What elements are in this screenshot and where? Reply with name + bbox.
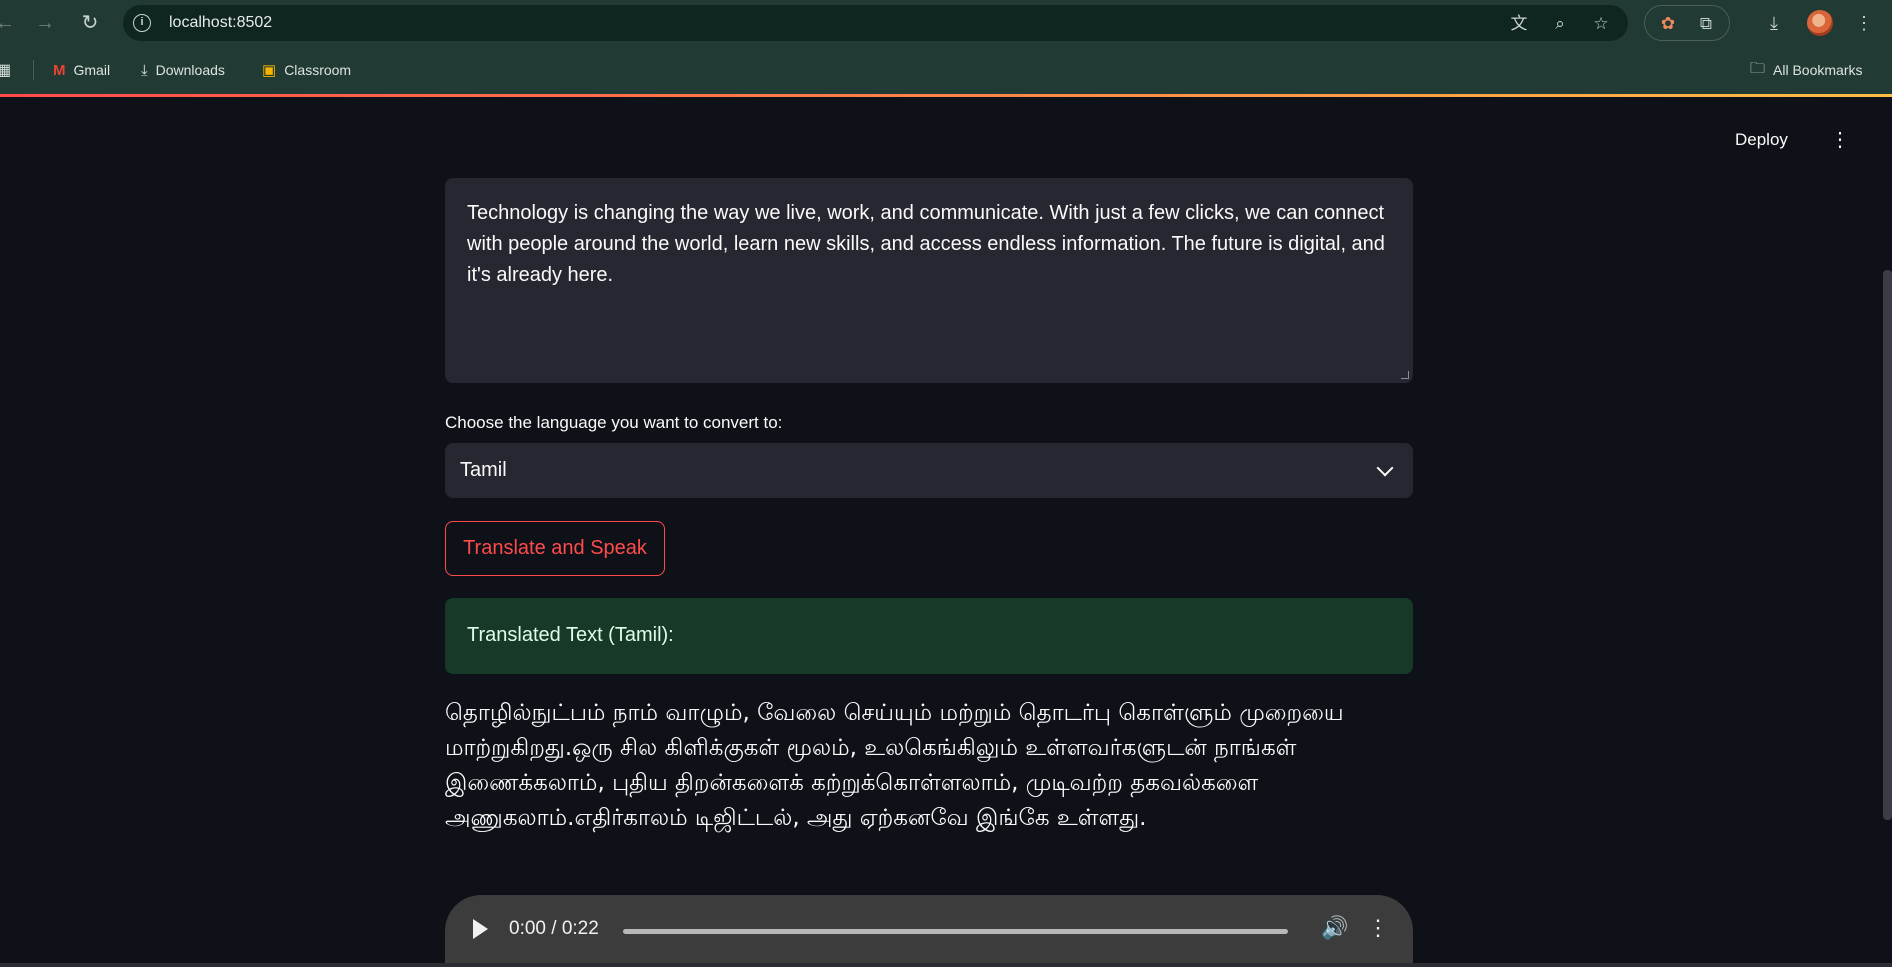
apps-grid-icon[interactable]: ▦: [0, 58, 11, 82]
download-icon[interactable]: ⤓: [1762, 11, 1786, 35]
audio-time: 0:00 / 0:22: [509, 918, 599, 939]
classroom-icon: ▣: [262, 62, 277, 79]
play-icon[interactable]: [473, 919, 488, 939]
bookmark-classroom[interactable]: ▣ Classroom: [262, 58, 351, 82]
browser-toolbar: ← → ↻ i localhost:8502 文 ⌕ ☆ ✿ ⧉ ⤓ ⋮: [0, 0, 1892, 46]
address-bar[interactable]: i localhost:8502 文 ⌕ ☆: [123, 5, 1628, 41]
app-menu-icon[interactable]: ⋮: [1830, 130, 1850, 150]
audio-player: 0:00 / 0:22 🔊 ⋮: [445, 895, 1413, 967]
window-bottom-edge: [0, 963, 1892, 967]
cookie-extension-icon[interactable]: ✿: [1657, 13, 1679, 35]
bookmarks-bar: ▦ M Gmail ⤓ Downloads ▣ Classroom 🗀 All …: [0, 46, 1892, 94]
page-scrollbar[interactable]: [1883, 270, 1892, 820]
audio-seek-bar[interactable]: [623, 929, 1288, 934]
success-alert-text: Translated Text (Tamil):: [467, 624, 674, 646]
success-alert: Translated Text (Tamil):: [445, 598, 1413, 674]
language-select-label: Choose the language you want to convert …: [445, 413, 783, 432]
volume-icon[interactable]: 🔊: [1321, 915, 1348, 941]
browser-menu-icon[interactable]: ⋮: [1852, 11, 1876, 35]
reload-icon[interactable]: ↻: [77, 10, 103, 36]
app-decoration-bar: [0, 94, 1892, 97]
resize-handle[interactable]: [1401, 371, 1409, 379]
translated-text: தொழில்நுட்பம் நாம் வாழும், வேலை செய்யும்…: [445, 700, 1344, 831]
translate-and-speak-button[interactable]: Translate and Speak: [445, 521, 665, 576]
translate-icon[interactable]: 文: [1508, 13, 1530, 35]
site-info-icon[interactable]: i: [133, 14, 151, 32]
download-icon: ⤓: [141, 61, 148, 79]
forward-arrow-icon[interactable]: →: [32, 10, 58, 36]
language-select[interactable]: Tamil: [445, 443, 1413, 498]
bookmark-gmail[interactable]: M Gmail: [53, 58, 110, 82]
back-arrow-icon[interactable]: ←: [0, 10, 18, 36]
language-select-value: Tamil: [460, 459, 507, 481]
deploy-button[interactable]: Deploy: [1735, 130, 1788, 150]
bookmark-downloads[interactable]: ⤓ Downloads: [141, 58, 225, 82]
chevron-down-icon: [1376, 459, 1394, 477]
bookmarks-divider: [33, 60, 34, 80]
input-text-area[interactable]: Technology is changing the way we live, …: [445, 178, 1413, 383]
all-bookmarks[interactable]: 🗀 All Bookmarks: [1750, 58, 1862, 82]
gmail-icon: M: [53, 61, 66, 79]
bookmark-classroom-label: Classroom: [284, 62, 352, 78]
extensions-group: ✿ ⧉: [1644, 5, 1730, 41]
address-url[interactable]: localhost:8502: [169, 14, 272, 32]
zoom-icon[interactable]: ⌕: [1549, 13, 1571, 35]
folder-icon: 🗀: [1750, 59, 1766, 77]
profile-avatar[interactable]: [1807, 10, 1833, 36]
puzzle-extension-icon[interactable]: ⧉: [1695, 13, 1717, 35]
bookmark-downloads-label: Downloads: [155, 62, 225, 78]
input-text-value: Technology is changing the way we live, …: [467, 202, 1385, 286]
bookmark-gmail-label: Gmail: [73, 62, 111, 78]
bookmark-star-icon[interactable]: ☆: [1590, 13, 1612, 35]
audio-options-icon[interactable]: ⋮: [1367, 915, 1389, 941]
all-bookmarks-label: All Bookmarks: [1773, 62, 1863, 78]
